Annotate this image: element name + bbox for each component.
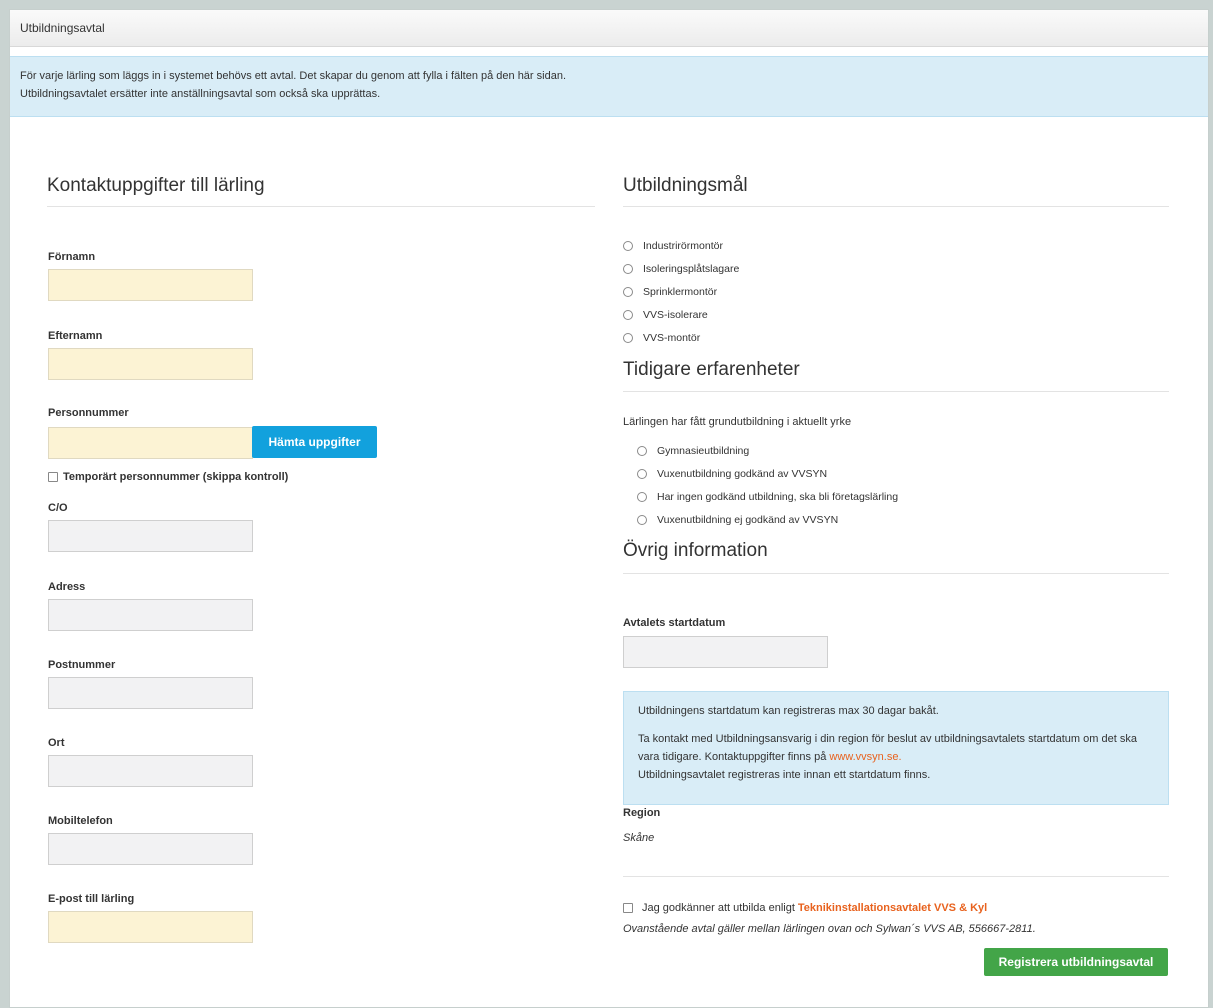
panel-title: Utbildningsavtal <box>20 21 105 35</box>
agreement-divider <box>623 876 1169 877</box>
adress-input[interactable] <box>48 599 253 631</box>
goals-section-title: Utbildningsmål <box>623 175 748 196</box>
postnummer-label: Postnummer <box>48 659 116 671</box>
experience-divider <box>623 391 1169 392</box>
region-value: Skåne <box>623 832 655 844</box>
agreement-checkbox[interactable] <box>623 903 633 913</box>
ort-label: Ort <box>48 737 65 749</box>
co-input[interactable] <box>48 520 253 552</box>
radio-circle-icon[interactable] <box>623 333 633 343</box>
note-paragraph-2: Ta kontakt med Utbildningsansvarig i din… <box>638 733 1137 781</box>
radio-circle-icon[interactable] <box>623 310 633 320</box>
goal-option[interactable]: Sprinklermontör <box>623 284 717 300</box>
radio-circle-icon[interactable] <box>623 287 633 297</box>
region-label: Region <box>623 807 661 819</box>
fornamn-input[interactable] <box>48 269 253 301</box>
radio-circle-icon[interactable] <box>623 264 633 274</box>
experience-option[interactable]: Vuxenutbildning godkänd av VVSYN <box>637 466 827 482</box>
temp-personnummer-checkbox[interactable] <box>48 472 58 482</box>
start-date-info-box: Utbildningens startdatum kan registreras… <box>623 691 1169 805</box>
email-label: E-post till lärling <box>48 893 135 905</box>
efternamn-label: Efternamn <box>48 330 103 342</box>
fornamn-label: Förnamn <box>48 251 96 263</box>
radio-circle-icon[interactable] <box>637 469 647 479</box>
goal-option[interactable]: VVS-isolerare <box>623 307 708 323</box>
other-divider <box>623 573 1169 574</box>
panel-header: Utbildningsavtal <box>10 10 1208 47</box>
personnummer-label: Personnummer <box>48 407 129 419</box>
goal-option[interactable]: Isoleringsplåtslagare <box>623 261 739 277</box>
postnummer-input[interactable] <box>48 677 253 709</box>
agreement-row[interactable]: Jag godkänner att utbilda enligt Tekniki… <box>623 902 987 914</box>
experience-option[interactable]: Har ingen godkänd utbildning, ska bli fö… <box>637 489 898 505</box>
radio-circle-icon[interactable] <box>637 515 647 525</box>
mobil-input[interactable] <box>48 833 253 865</box>
banner-line-1: För varje lärling som läggs in i systeme… <box>20 70 566 82</box>
goal-option[interactable]: Industrirörmontör <box>623 238 723 254</box>
experience-option[interactable]: Gymnasieutbildning <box>637 443 749 459</box>
fetch-details-button[interactable]: Hämta uppgifter <box>252 426 377 458</box>
info-banner: För varje lärling som läggs in i systeme… <box>10 56 1208 117</box>
radio-circle-icon[interactable] <box>623 241 633 251</box>
co-label: C/O <box>48 502 68 514</box>
temp-personnummer-row[interactable]: Temporärt personnummer (skippa kontroll) <box>48 471 288 483</box>
contact-divider <box>47 206 595 207</box>
goals-divider <box>623 206 1169 207</box>
note-paragraph-1: Utbildningens startdatum kan registreras… <box>638 705 939 717</box>
vvsyn-link[interactable]: www.vvsyn.se. <box>829 751 901 763</box>
experience-section-title: Tidigare erfarenheter <box>623 359 800 380</box>
agreement-text: Jag godkänner att utbilda enligt <box>642 902 795 914</box>
radio-circle-icon[interactable] <box>637 446 647 456</box>
agreement-footnote: Ovanstående avtal gäller mellan lärlinge… <box>623 923 1036 935</box>
banner-line-2: Utbildningsavtalet ersätter inte anställ… <box>20 88 381 100</box>
agreement-link[interactable]: Teknikinstallationsavtalet VVS & Kyl <box>798 902 987 914</box>
adress-label: Adress <box>48 581 86 593</box>
register-agreement-button[interactable]: Registrera utbildningsavtal <box>984 948 1168 976</box>
contact-section-title: Kontaktuppgifter till lärling <box>47 175 265 196</box>
temp-personnummer-label: Temporärt personnummer (skippa kontroll) <box>63 471 289 483</box>
mobil-label: Mobiltelefon <box>48 815 113 827</box>
start-date-input[interactable] <box>623 636 828 668</box>
experience-question: Lärlingen har fått grundutbildning i akt… <box>623 416 852 428</box>
radio-circle-icon[interactable] <box>637 492 647 502</box>
efternamn-input[interactable] <box>48 348 253 380</box>
ort-input[interactable] <box>48 755 253 787</box>
other-section-title: Övrig information <box>623 540 768 561</box>
start-date-label: Avtalets startdatum <box>623 617 726 629</box>
email-input[interactable] <box>48 911 253 943</box>
goal-option[interactable]: VVS-montör <box>623 330 700 346</box>
experience-option[interactable]: Vuxenutbildning ej godkänd av VVSYN <box>637 512 838 528</box>
personnummer-input[interactable] <box>48 427 253 459</box>
